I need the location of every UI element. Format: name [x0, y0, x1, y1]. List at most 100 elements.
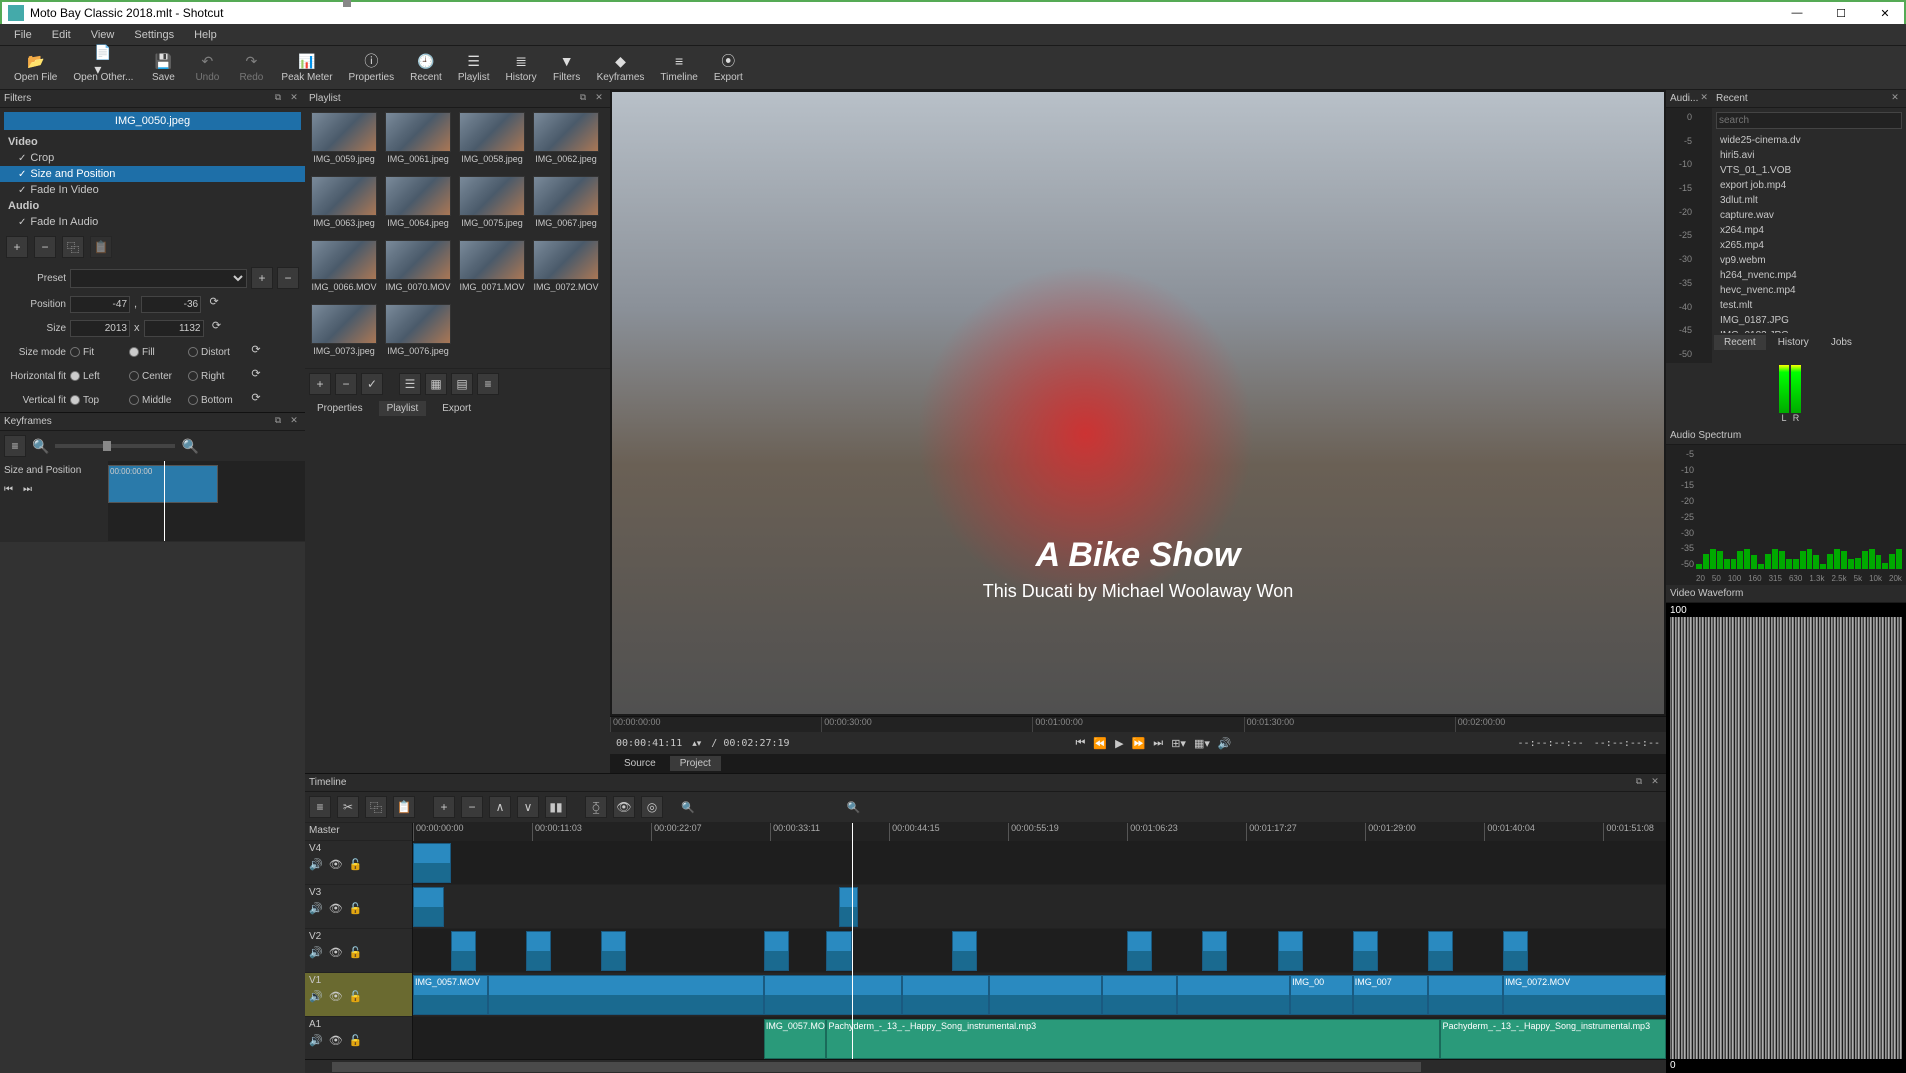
mute-icon[interactable]: 🔊: [309, 990, 323, 1003]
filter-item[interactable]: ✓Crop: [0, 150, 305, 166]
tl-menu-button[interactable]: ≡: [309, 796, 331, 818]
recent-item[interactable]: wide25-cinema.dv: [1712, 133, 1906, 148]
recent-item[interactable]: 3dlut.mlt: [1712, 193, 1906, 208]
kf-track[interactable]: 00:00:00:00: [108, 461, 305, 541]
timeline-clip[interactable]: [1428, 931, 1453, 971]
tab-properties[interactable]: Properties: [309, 401, 371, 416]
timeline-clip[interactable]: [488, 975, 764, 1015]
recent-item[interactable]: vp9.webm: [1712, 253, 1906, 268]
position-y-input[interactable]: [141, 296, 201, 313]
forward-button[interactable]: ⏩: [1132, 737, 1146, 750]
timeline-clip[interactable]: [764, 931, 789, 971]
playlist-check-button[interactable]: ✓: [361, 373, 383, 395]
playlist-close-icon[interactable]: ✕: [592, 92, 606, 106]
tab-export[interactable]: Export: [434, 401, 479, 416]
history-button[interactable]: ≣History: [498, 50, 545, 85]
timeline-clip[interactable]: [1102, 975, 1177, 1015]
playlist-item[interactable]: IMG_0059.jpeg: [309, 112, 379, 172]
kf-clip[interactable]: 00:00:00:00: [108, 465, 218, 503]
recent-button[interactable]: 🕘Recent: [402, 50, 450, 85]
playlist-button[interactable]: ☰Playlist: [450, 50, 498, 85]
tl-paste-button[interactable]: 📋: [393, 796, 415, 818]
add-filter-button[interactable]: +: [6, 236, 28, 258]
timeline-clip[interactable]: [601, 931, 626, 971]
timeline-ruler[interactable]: 00:00:00:0000:00:11:0300:00:22:0700:00:3…: [413, 823, 1666, 841]
menu-settings[interactable]: Settings: [126, 27, 182, 43]
tl-split-button[interactable]: ▮▮: [545, 796, 567, 818]
playlist-item[interactable]: IMG_0063.jpeg: [309, 176, 379, 236]
timeline-clip[interactable]: [413, 887, 444, 927]
timeline-clip[interactable]: [1202, 931, 1227, 971]
paste-filter-button[interactable]: 📋: [90, 236, 112, 258]
open-file-button[interactable]: 📂Open File: [6, 50, 65, 85]
src-tab-project[interactable]: Project: [670, 756, 721, 771]
minimize-button[interactable]: —: [1784, 7, 1810, 20]
recent-tab-history[interactable]: History: [1768, 335, 1819, 350]
playlist-remove-button[interactable]: −: [335, 373, 357, 395]
hide-icon[interactable]: 👁: [329, 1034, 343, 1047]
kf-next-button[interactable]: ⏭: [23, 484, 32, 495]
position-x-input[interactable]: [70, 296, 130, 313]
track-master[interactable]: Master: [305, 823, 412, 841]
hfit-left[interactable]: Left: [70, 371, 125, 382]
keyframes-button[interactable]: ◆Keyframes: [589, 50, 653, 85]
timeline-clip[interactable]: IMG_007: [1353, 975, 1428, 1015]
recent-item[interactable]: x265.mp4: [1712, 238, 1906, 253]
timeline-clip[interactable]: [952, 931, 977, 971]
tc-current[interactable]: 00:00:41:11: [616, 738, 682, 749]
keyframes-detach-icon[interactable]: ⧉: [271, 415, 285, 429]
keyframes-close-icon[interactable]: ✕: [287, 415, 301, 429]
track-header-V1[interactable]: V1🔊👁🔓: [305, 973, 412, 1017]
sizemode-distort[interactable]: Distort: [188, 347, 243, 358]
playlist-item[interactable]: IMG_0072.MOV: [531, 240, 601, 300]
redo-button[interactable]: ↷Redo: [229, 50, 273, 85]
timeline-clip[interactable]: [902, 975, 990, 1015]
playlist-item[interactable]: IMG_0061.jpeg: [383, 112, 453, 172]
playlist-item[interactable]: IMG_0067.jpeg: [531, 176, 601, 236]
hfit-right[interactable]: Right: [188, 371, 243, 382]
track-V4[interactable]: [413, 841, 1666, 885]
preset-add-button[interactable]: +: [251, 267, 273, 289]
menu-help[interactable]: Help: [186, 27, 225, 43]
save-button[interactable]: 💾Save: [141, 50, 185, 85]
timeline-clip[interactable]: [1428, 975, 1503, 1015]
mute-icon[interactable]: 🔊: [309, 946, 323, 959]
timeline-clip[interactable]: [764, 975, 902, 1015]
preset-remove-button[interactable]: −: [277, 267, 299, 289]
hide-icon[interactable]: 👁: [329, 858, 343, 871]
volume-button[interactable]: 🔊: [1218, 737, 1232, 750]
recent-item[interactable]: export job.mp4: [1712, 178, 1906, 193]
playlist-view-grid-button[interactable]: ▦: [425, 373, 447, 395]
tl-scrub-button[interactable]: 👁: [613, 796, 635, 818]
timeline-clip[interactable]: Pachyderm_-_13_-_Happy_Song_instrumental…: [1440, 1019, 1666, 1059]
sizemode-fit[interactable]: Fit: [70, 347, 125, 358]
mute-icon[interactable]: 🔊: [309, 1034, 323, 1047]
size-h-input[interactable]: [144, 320, 204, 337]
playlist-view-list-button[interactable]: ☰: [399, 373, 421, 395]
menu-edit[interactable]: Edit: [44, 27, 79, 43]
timeline-clip[interactable]: [1503, 931, 1528, 971]
playlist-detach-icon[interactable]: ⧉: [576, 92, 590, 106]
tc-spinner[interactable]: ▴▾: [692, 738, 701, 749]
track-V1[interactable]: IMG_0057.MOVIMG_00IMG_007IMG_0072.MOV: [413, 973, 1666, 1017]
play-button[interactable]: ▶: [1115, 737, 1123, 750]
track-header-V2[interactable]: V2🔊👁🔓: [305, 929, 412, 973]
vfit-reset-icon[interactable]: ⟳: [247, 391, 265, 409]
playlist-menu-button[interactable]: ≡: [477, 373, 499, 395]
timeline-clip[interactable]: [451, 931, 476, 971]
timeline-detach-icon[interactable]: ⧉: [1632, 776, 1646, 790]
size-w-input[interactable]: [70, 320, 130, 337]
playlist-item[interactable]: IMG_0071.MOV: [457, 240, 527, 300]
timeline-clip[interactable]: IMG_0057.MOV: [413, 975, 488, 1015]
src-tab-source[interactable]: Source: [614, 756, 666, 771]
grid-button[interactable]: ▦▾: [1194, 737, 1210, 750]
open-other-button[interactable]: 📄▾Open Other...: [65, 50, 141, 85]
timeline-clip[interactable]: [1127, 931, 1152, 971]
tl-copy-button[interactable]: ⿻: [365, 796, 387, 818]
lock-icon[interactable]: 🔓: [349, 946, 363, 959]
tl-ripple-button[interactable]: ◎: [641, 796, 663, 818]
hide-icon[interactable]: 👁: [329, 990, 343, 1003]
kf-playhead[interactable]: [164, 461, 165, 541]
lock-icon[interactable]: 🔓: [349, 858, 363, 871]
track-header-V3[interactable]: V3🔊👁🔓: [305, 885, 412, 929]
